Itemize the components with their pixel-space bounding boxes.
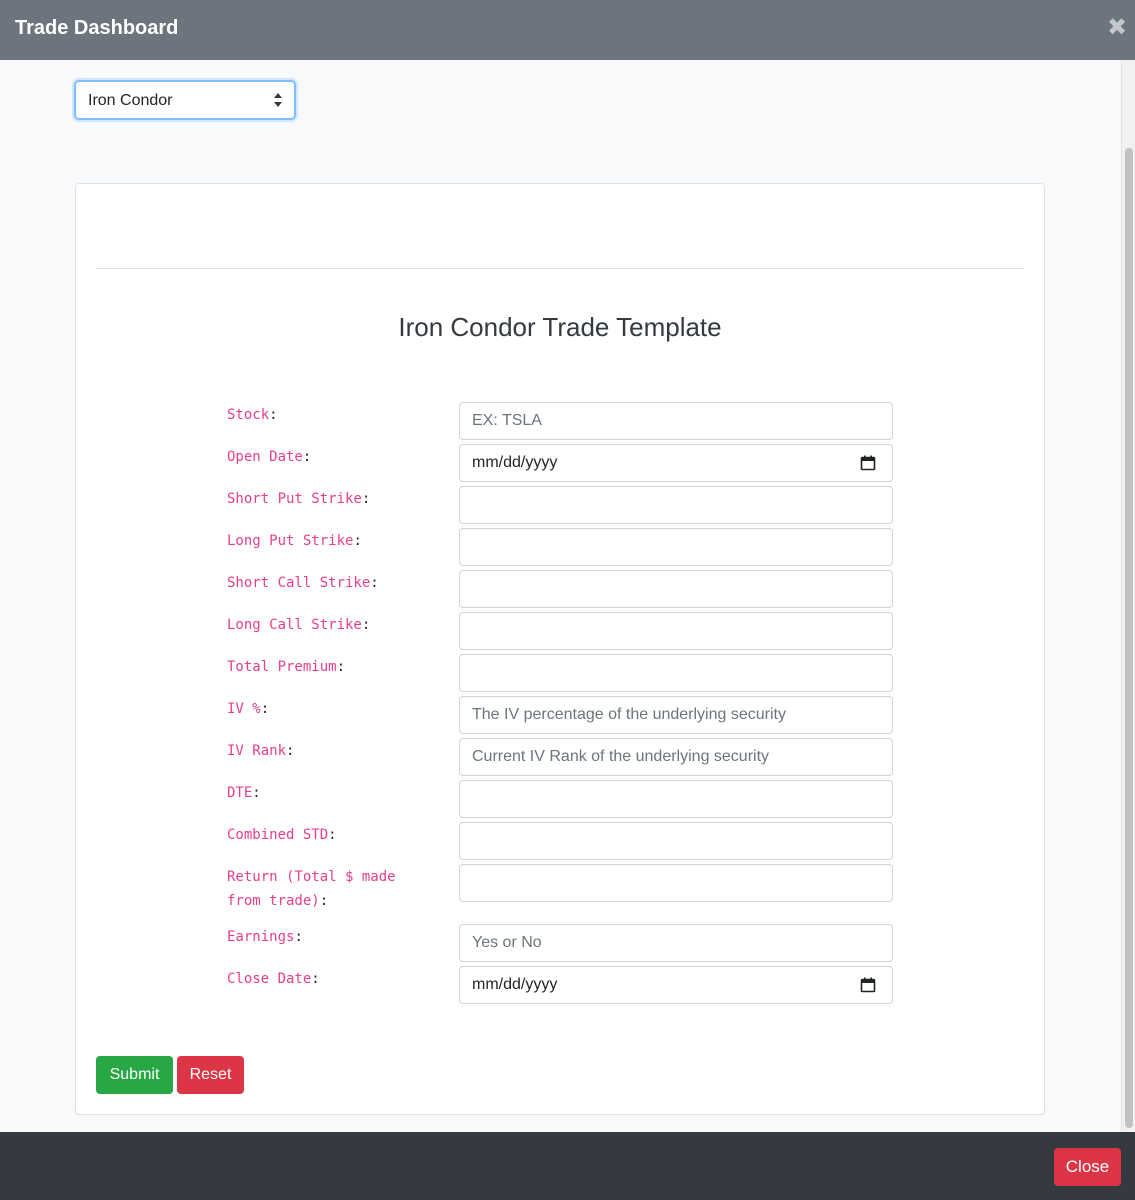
field-placeholder: mm/dd/yyyy xyxy=(472,454,558,471)
field-label-stock: Stock: xyxy=(227,407,278,423)
field-input-long-put-strike[interactable] xyxy=(459,528,893,566)
select-arrows-icon xyxy=(274,93,282,107)
field-input-total-premium[interactable] xyxy=(459,654,893,692)
card-divider xyxy=(96,268,1024,269)
calendar-icon[interactable] xyxy=(860,977,876,993)
field-label-long-put-strike: Long Put Strike: xyxy=(227,533,362,549)
field-input-iv-rank[interactable]: Current IV Rank of the underlying securi… xyxy=(459,738,893,776)
field-label-text: Earnings xyxy=(227,929,295,945)
close-button[interactable]: Close xyxy=(1054,1148,1121,1186)
field-input-short-put-strike[interactable] xyxy=(459,486,893,524)
modal-title: Trade Dashboard xyxy=(15,17,179,39)
field-input-combined-std[interactable] xyxy=(459,822,893,860)
field-label-text: Return (Total $ made from trade) xyxy=(227,869,396,909)
field-label-iv-rank: IV Rank: xyxy=(227,743,295,759)
field-label-return-total-made-from-trade: Return (Total $ made from trade): xyxy=(227,869,396,909)
close-icon[interactable]: ✖ xyxy=(1105,14,1129,42)
field-label-close-date: Close Date: xyxy=(227,971,320,987)
field-label-iv: IV %: xyxy=(227,701,270,717)
field-input-open-date[interactable]: mm/dd/yyyy xyxy=(459,444,893,482)
field-label-dte: DTE: xyxy=(227,785,261,801)
trade-template-card: Iron Condor Trade Template Stock: EX: TSL… xyxy=(75,183,1045,1115)
strategy-select-value: Iron Condor xyxy=(88,92,173,109)
field-label-earnings: Earnings: xyxy=(227,929,303,945)
field-placeholder: Yes or No xyxy=(472,934,542,951)
field-label-short-put-strike: Short Put Strike: xyxy=(227,491,371,507)
field-label-text: IV % xyxy=(227,701,261,717)
field-label-total-premium: Total Premium: xyxy=(227,659,346,675)
field-label-text: Long Call Strike xyxy=(227,617,362,633)
field-input-long-call-strike[interactable] xyxy=(459,612,893,650)
field-input-short-call-strike[interactable] xyxy=(459,570,893,608)
field-label-text: DTE xyxy=(227,785,253,801)
field-label-text: Close Date xyxy=(227,971,312,987)
calendar-icon[interactable] xyxy=(860,455,876,471)
field-label-open-date: Open Date: xyxy=(227,449,312,465)
field-label-text: IV Rank xyxy=(227,743,287,759)
field-placeholder: mm/dd/yyyy xyxy=(472,976,558,993)
form-title: Iron Condor Trade Template xyxy=(398,312,722,342)
field-label-short-call-strike: Short Call Strike: xyxy=(227,575,379,591)
field-label-text: Open Date xyxy=(227,449,303,465)
field-label-combined-std: Combined STD: xyxy=(227,827,337,843)
strategy-select[interactable]: Iron Condor xyxy=(74,80,296,120)
field-placeholder: EX: TSLA xyxy=(472,412,542,429)
field-label-text: Short Call Strike xyxy=(227,575,371,591)
scrollbar-thumb[interactable] xyxy=(1125,148,1133,1128)
field-label-text: Stock xyxy=(227,407,270,423)
field-placeholder: The IV percentage of the underlying secu… xyxy=(472,706,786,723)
field-input-return-total-made-from-trade[interactable] xyxy=(459,864,893,902)
field-input-dte[interactable] xyxy=(459,780,893,818)
reset-button[interactable]: Reset xyxy=(177,1056,244,1094)
field-input-stock[interactable]: EX: TSLA xyxy=(459,402,893,440)
field-label-text: Total Premium xyxy=(227,659,337,675)
field-input-iv[interactable]: The IV percentage of the underlying secu… xyxy=(459,696,893,734)
modal-footer: Close xyxy=(0,1132,1135,1200)
field-label-text: Short Put Strike xyxy=(227,491,362,507)
field-label-long-call-strike: Long Call Strike: xyxy=(227,617,371,633)
field-input-close-date[interactable]: mm/dd/yyyy xyxy=(459,966,893,1004)
field-label-text: Combined STD xyxy=(227,827,329,843)
field-input-earnings[interactable]: Yes or No xyxy=(459,924,893,962)
submit-button[interactable]: Submit xyxy=(96,1056,173,1094)
field-label-text: Long Put Strike xyxy=(227,533,354,549)
modal-header: Trade Dashboard ✖ xyxy=(0,0,1135,60)
field-placeholder: Current IV Rank of the underlying securi… xyxy=(472,748,770,765)
